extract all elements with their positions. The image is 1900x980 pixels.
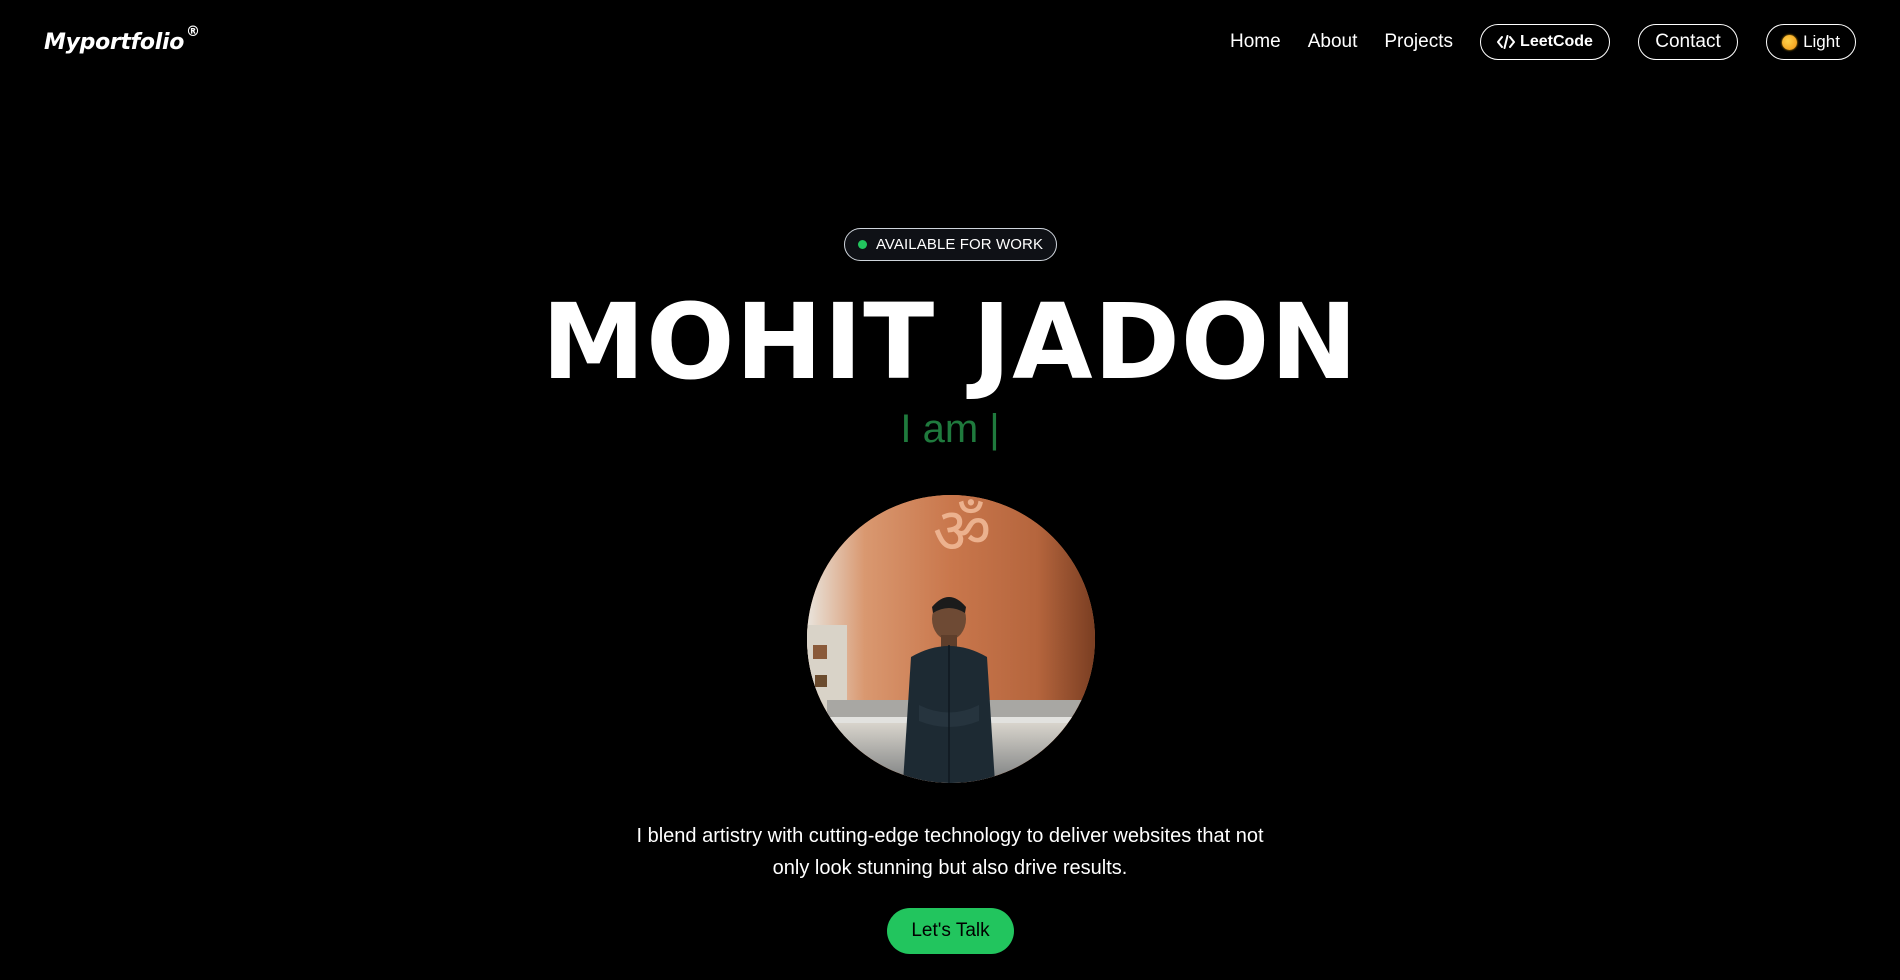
lets-talk-button[interactable]: Let's Talk [887, 908, 1014, 954]
availability-label: AVAILABLE FOR WORK [875, 236, 1044, 253]
contact-button[interactable]: Contact [1638, 24, 1738, 60]
sun-icon [1782, 34, 1798, 50]
page: Myportfolio ® Home About Projects LeetCo… [0, 0, 1900, 980]
hero-description-line-1: I blend artistry with cutting-edge techn… [636, 825, 1264, 847]
logo[interactable]: Myportfolio ® [44, 24, 200, 55]
hero-description-line-2: only look stunning but also drive result… [772, 857, 1128, 879]
navbar: Myportfolio ® Home About Projects LeetCo… [0, 0, 1900, 84]
theme-label: Light [1803, 32, 1840, 51]
hero-description: I blend artistry with cutting-edge techn… [0, 820, 1900, 884]
registered-mark: ® [186, 23, 200, 40]
contact-label: Contact [1655, 31, 1721, 52]
logo-text: Myportfolio [44, 29, 185, 55]
hero-name: MOHIT JADON [541, 281, 1359, 403]
nav-link-about[interactable]: About [1308, 31, 1358, 53]
code-icon [1497, 35, 1516, 49]
leetcode-button[interactable]: LeetCode [1480, 24, 1610, 60]
profile-photo: ॐ [807, 495, 1095, 783]
theme-toggle-button[interactable]: Light [1766, 24, 1856, 60]
availability-badge: AVAILABLE FOR WORK [844, 228, 1057, 261]
leetcode-label: LeetCode [1520, 33, 1593, 50]
nav-link-home[interactable]: Home [1230, 31, 1281, 53]
nav-link-projects[interactable]: Projects [1384, 31, 1453, 53]
nav-links: Home About Projects LeetCode Contact Lig… [1230, 24, 1856, 60]
status-dot-icon [857, 240, 867, 249]
svg-text:ॐ: ॐ [933, 495, 991, 569]
typing-text: I am | [900, 407, 1000, 451]
profile-photo-image: ॐ [807, 495, 1095, 783]
